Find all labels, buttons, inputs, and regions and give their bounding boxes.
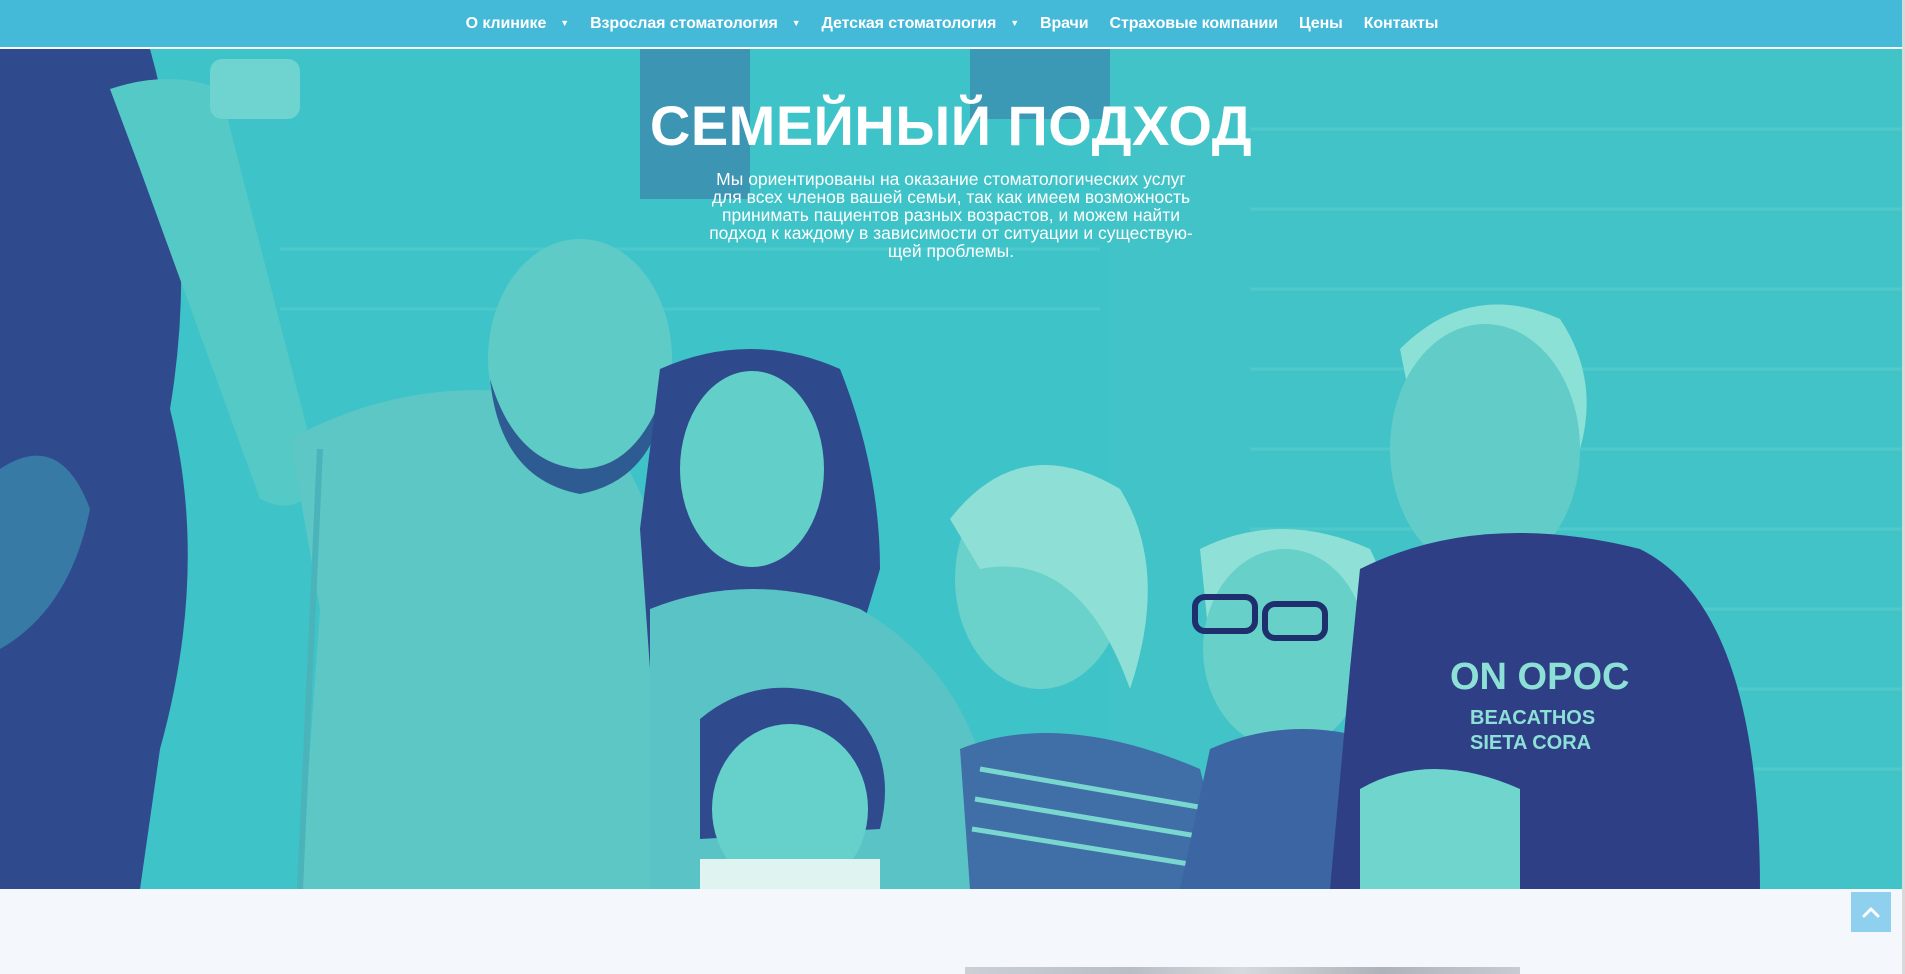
nav-item-label: О клинике [465,14,547,32]
nav-item-insurance[interactable]: Страховые компании [1109,14,1279,33]
hero-description-line: щей проблемы. [887,241,1015,261]
svg-text:ON OPOC: ON OPOC [1450,656,1629,698]
svg-text:SIETA CORA: SIETA CORA [1470,732,1591,754]
nav-item-label: Страховые компании [1109,14,1279,32]
hero-section: ON OPOC BEACATHOS SIETA CORA СЕМЕЙНЫЙ ПО… [0,49,1902,889]
content-section [0,889,1902,974]
chevron-down-icon: ▼ [1010,18,1020,28]
hero-title: СЕМЕЙНЫЙ ПОДХОД [649,94,1253,157]
browser-viewport: О клинике ▼ Взрослая стоматология ▼ Детс… [0,0,1905,974]
nav-item-contacts[interactable]: Контакты [1364,15,1439,33]
chevron-up-icon [1862,907,1880,918]
nav-item-label: Детская стоматология [821,14,997,32]
nav-menu: О клинике ▼ Взрослая стоматология ▼ Детс… [466,15,1439,33]
page: О клинике ▼ Взрослая стоматология ▼ Детс… [0,0,1902,974]
hero-description-line: Мы ориентированы на оказание стоматологи… [716,169,1186,189]
nav-item-label: Взрослая стоматология [590,14,778,32]
hero-description-line: подход к каждому в зависимости от ситуац… [709,223,1193,243]
svg-text:BEACATHOS: BEACATHOS [1470,707,1595,729]
scroll-to-top-button[interactable] [1851,892,1891,932]
chevron-down-icon: ▼ [560,18,570,28]
hero-description-line: для всех членов вашей семьи, так как име… [711,187,1191,207]
nav-item-adult-dentistry[interactable]: Взрослая стоматология ▼ [590,14,801,33]
top-navbar: О клинике ▼ Взрослая стоматология ▼ Детс… [0,0,1902,48]
hero-description-line: принимать пациентов разных возрастов, и … [721,205,1180,225]
nav-item-doctors[interactable]: Врачи [1040,14,1089,33]
next-image-top-edge [965,967,1520,974]
nav-item-about[interactable]: О клинике ▼ [465,14,570,33]
hero-description: Мы ориентированы на оказание стоматологи… [691,170,1211,260]
nav-item-kids-dentistry[interactable]: Детская стоматология ▼ [821,14,1020,33]
nav-item-label: Контакты [1363,14,1439,32]
nav-item-label: Врачи [1040,14,1089,32]
chevron-down-icon: ▼ [791,18,801,28]
nav-item-prices[interactable]: Цены [1299,15,1343,33]
nav-item-label: Цены [1298,14,1343,32]
